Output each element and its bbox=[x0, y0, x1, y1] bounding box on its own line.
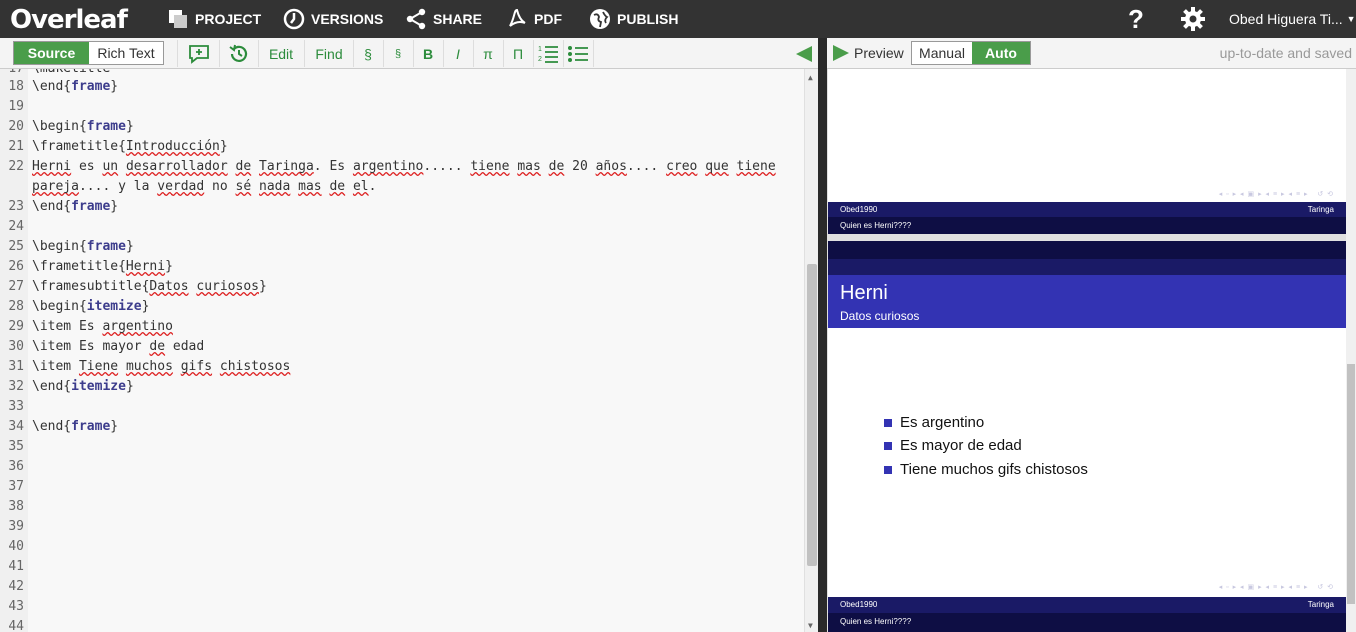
slide-frametitle: Herni Datos curiosos bbox=[828, 275, 1346, 328]
section-button[interactable]: § bbox=[357, 42, 379, 65]
pdf-page-1: ◂ ▫ ▸ ◂ ▣ ▸ ◂ ≡ ▸ ◂ ≡ ▸ ↺ ⟲ Obed1990 Tar… bbox=[828, 69, 1346, 234]
beamer-nav-icons[interactable]: ◂ ▫ ▸ ◂ ▣ ▸ ◂ ≡ ▸ ◂ ≡ ▸ ↺ ⟲ bbox=[1219, 583, 1334, 591]
slide-footer-title: Quien es Herni???? bbox=[828, 613, 1346, 632]
auto-mode-button[interactable]: Auto bbox=[972, 42, 1030, 64]
versions-menu[interactable]: VERSIONS bbox=[283, 0, 383, 38]
history-button[interactable] bbox=[226, 42, 252, 65]
slide-subtitle: Datos curiosos bbox=[840, 309, 920, 323]
slide-item: Tiene muchos gifs chistosos bbox=[884, 461, 1088, 478]
subsection-button[interactable]: § bbox=[387, 42, 409, 65]
manual-mode-button[interactable]: Manual bbox=[912, 42, 972, 64]
preview-scroll-thumb[interactable] bbox=[1347, 364, 1355, 604]
slide-footer-author: Obed1990 Taringa bbox=[828, 597, 1346, 613]
svg-text:2: 2 bbox=[538, 56, 542, 63]
editor-mode-toggle: Source Rich Text bbox=[13, 41, 164, 65]
toolbar-divider bbox=[304, 40, 305, 67]
numbered-list-button[interactable]: 12 bbox=[536, 42, 560, 65]
arrow-left-icon bbox=[796, 45, 812, 62]
slide-item: Es mayor de edad bbox=[884, 437, 1022, 454]
publish-label: PUBLISH bbox=[617, 11, 679, 27]
toolbar-divider bbox=[353, 40, 354, 67]
pdf-page-2: Herni Datos curiosos Es argentino Es may… bbox=[828, 241, 1346, 632]
slide-footer-title: Quien es Herni???? bbox=[828, 217, 1346, 234]
pane-divider[interactable] bbox=[818, 38, 827, 632]
toolbar-divider bbox=[533, 40, 534, 67]
bullet-square-icon bbox=[884, 419, 892, 427]
toolbar-divider bbox=[219, 40, 220, 67]
toolbar-divider bbox=[383, 40, 384, 67]
pdf-icon bbox=[509, 8, 526, 27]
project-label: PROJECT bbox=[195, 11, 262, 27]
source-mode-button[interactable]: Source bbox=[14, 42, 89, 64]
find-button[interactable]: Find bbox=[308, 42, 350, 65]
toolbar-divider bbox=[563, 40, 564, 67]
project-menu[interactable]: PROJECT bbox=[167, 0, 261, 38]
add-comment-icon bbox=[189, 44, 209, 64]
project-icon bbox=[169, 10, 187, 28]
editor-toolbar: Source Rich Text Edit Find § § B I π Π 1… bbox=[0, 38, 818, 69]
edit-button[interactable]: Edit bbox=[262, 42, 300, 65]
bulleted-list-icon bbox=[568, 45, 588, 62]
toolbar-divider bbox=[473, 40, 474, 67]
slide-footer-author: Obed1990 Taringa bbox=[828, 202, 1346, 217]
settings-gear[interactable] bbox=[1180, 0, 1206, 38]
bullet-square-icon bbox=[884, 442, 892, 450]
caret-down-icon: ▼ bbox=[1346, 14, 1356, 24]
versions-icon bbox=[283, 8, 305, 30]
slide-item: Es argentino bbox=[884, 414, 984, 431]
add-comment-button[interactable] bbox=[186, 42, 212, 65]
save-status: up-to-date and saved bbox=[1219, 45, 1352, 61]
slide-header-bar bbox=[828, 241, 1346, 259]
user-name: Obed Higuera Ti... bbox=[1229, 11, 1343, 27]
beamer-nav-icons[interactable]: ◂ ▫ ▸ ◂ ▣ ▸ ◂ ≡ ▸ ◂ ≡ ▸ ↺ ⟲ bbox=[1219, 190, 1334, 198]
svg-text:1: 1 bbox=[538, 46, 542, 53]
preview-scrollbar[interactable] bbox=[1346, 69, 1356, 632]
bullet-square-icon bbox=[884, 466, 892, 474]
toolbar-divider bbox=[503, 40, 504, 67]
share-icon bbox=[406, 8, 426, 30]
toolbar-divider bbox=[593, 40, 594, 67]
recompile-button[interactable]: Preview bbox=[831, 43, 904, 63]
toolbar-divider bbox=[258, 40, 259, 67]
code-editor[interactable]: 17\maketitle 18\end{frame} 19 20\begin{f… bbox=[0, 69, 818, 632]
versions-label: VERSIONS bbox=[311, 11, 384, 27]
preview-toolbar: Preview Manual Auto up-to-date and saved bbox=[827, 38, 1356, 69]
italic-button[interactable]: I bbox=[447, 42, 469, 65]
bulleted-list-button[interactable] bbox=[566, 42, 590, 65]
scroll-down-icon[interactable]: ▼ bbox=[808, 621, 813, 630]
rich-text-mode-button[interactable]: Rich Text bbox=[89, 42, 163, 64]
toolbar-divider bbox=[443, 40, 444, 67]
pdf-menu[interactable]: PDF bbox=[506, 0, 562, 38]
share-label: SHARE bbox=[433, 11, 483, 27]
toolbar-divider bbox=[413, 40, 414, 67]
publish-menu[interactable]: PUBLISH bbox=[589, 0, 678, 38]
pdf-label: PDF bbox=[534, 11, 562, 27]
display-math-button[interactable]: Π bbox=[507, 42, 529, 65]
publish-icon bbox=[590, 9, 610, 29]
compile-mode-toggle: Manual Auto bbox=[911, 41, 1031, 65]
help-icon[interactable]: ? bbox=[1128, 0, 1144, 38]
inline-math-button[interactable]: π bbox=[477, 42, 499, 65]
top-bar: Overleaf PROJECT VERSIONS SHARE PDF PUBL… bbox=[0, 0, 1356, 38]
numbered-list-icon: 12 bbox=[538, 46, 558, 63]
history-icon bbox=[229, 44, 248, 62]
share-menu[interactable]: SHARE bbox=[405, 0, 482, 38]
bold-button[interactable]: B bbox=[417, 42, 439, 65]
gear-icon bbox=[1181, 7, 1205, 31]
overleaf-logo[interactable]: Overleaf bbox=[10, 5, 128, 35]
editor-scrollbar[interactable]: ▲ ▼ bbox=[804, 69, 818, 632]
editor-scroll-thumb[interactable] bbox=[807, 264, 817, 566]
pdf-preview[interactable]: ◂ ▫ ▸ ◂ ▣ ▸ ◂ ≡ ▸ ◂ ≡ ▸ ↺ ⟲ Obed1990 Tar… bbox=[827, 69, 1356, 632]
user-menu[interactable]: Obed Higuera Ti... ▼ bbox=[1229, 0, 1356, 38]
slide-title: Herni bbox=[840, 282, 888, 304]
slide-header-bar bbox=[828, 259, 1346, 275]
preview-label: Preview bbox=[854, 45, 904, 61]
collapse-editor-button[interactable] bbox=[792, 42, 816, 65]
play-icon bbox=[833, 45, 849, 61]
scroll-up-icon[interactable]: ▲ bbox=[808, 73, 813, 82]
toolbar-divider bbox=[177, 40, 178, 67]
